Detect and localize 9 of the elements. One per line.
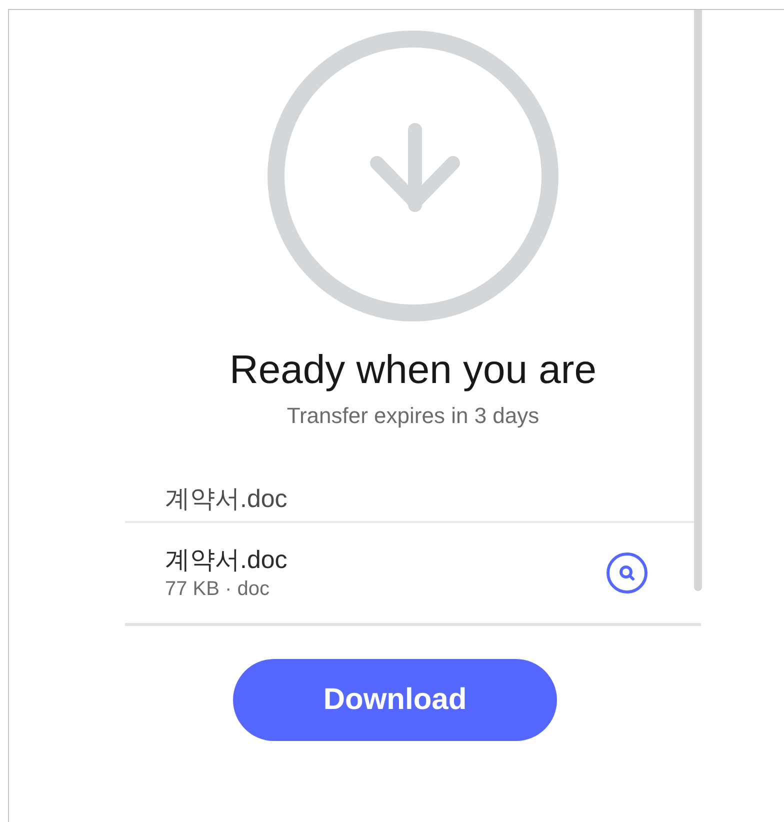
download-button[interactable]: Download — [233, 659, 557, 741]
expiry-note: Transfer expires in 3 days — [286, 402, 540, 430]
file-details: 77 KB · doc — [165, 577, 271, 602]
file-name: 계약서.doc — [165, 545, 288, 576]
download-icon — [267, 30, 559, 322]
title: Ready when you are — [228, 347, 598, 394]
scrollbar[interactable] — [694, 10, 702, 591]
preview-icon[interactable] — [605, 551, 649, 595]
transfer-name: 계약서.doc — [165, 485, 288, 513]
